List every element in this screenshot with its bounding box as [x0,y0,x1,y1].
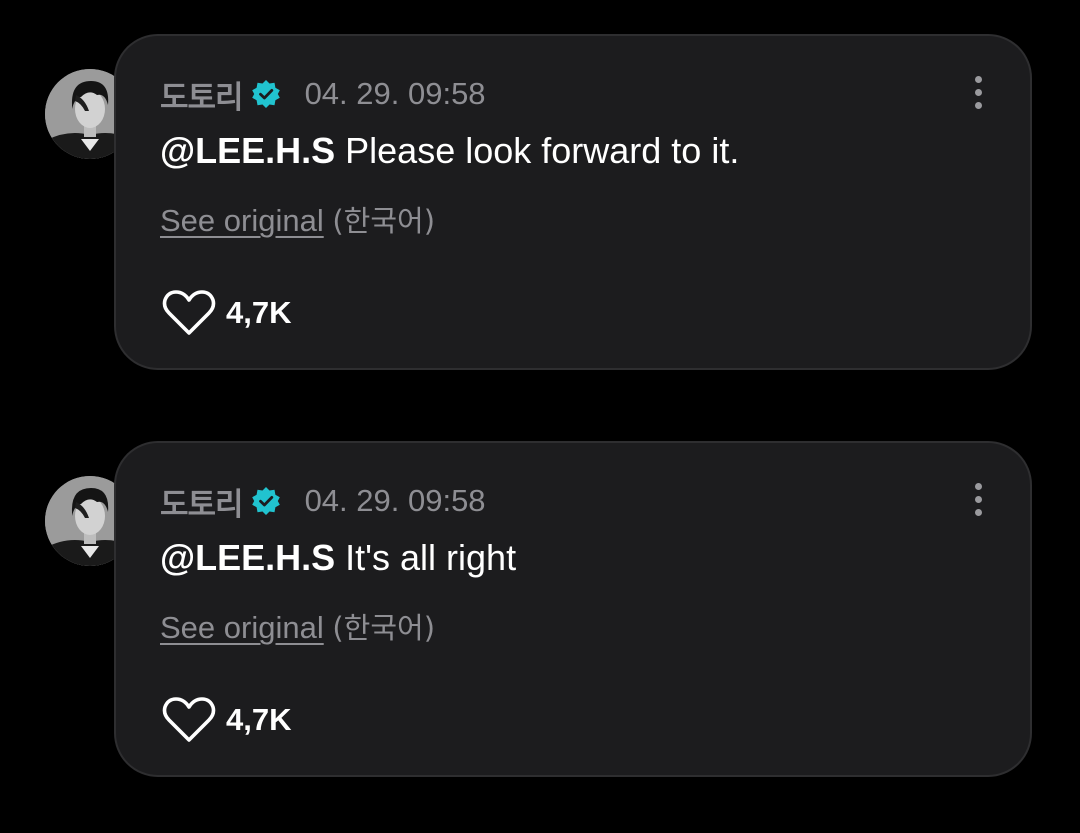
comment-card: 도토리 04. 29. 09:58 @LEE.H.S It's all righ… [114,441,1032,777]
verified-badge-icon [251,487,280,515]
timestamp: 04. 29. 09:58 [304,76,486,111]
like-count: 4,7K [226,702,292,737]
comment-body: Please look forward to it. [335,130,740,171]
like-count: 4,7K [226,295,292,330]
mention-link[interactable]: @LEE.H.S [160,537,335,578]
heart-outline-icon[interactable] [162,696,216,744]
comment-feed: 도토리 04. 29. 09:58 @LEE.H.S Please look f… [0,0,1080,833]
like-row: 4,7K [162,695,291,745]
mention-link[interactable]: @LEE.H.S [160,130,335,171]
comment-body: It's all right [335,537,517,578]
more-vertical-icon[interactable] [972,74,984,112]
translation-row: See original (한국어) [160,198,435,240]
see-original-link[interactable]: See original [160,610,324,645]
comment-item: 도토리 04. 29. 09:58 @LEE.H.S It's all righ… [0,441,1080,781]
more-vertical-icon[interactable] [972,481,984,519]
like-row: 4,7K [162,288,291,338]
verified-badge-icon [251,80,280,108]
comment-header: 도토리 04. 29. 09:58 [160,72,486,116]
translation-row: See original (한국어) [160,605,435,647]
username[interactable]: 도토리 [160,479,244,524]
comment-text: @LEE.H.S Please look forward to it. [160,130,739,172]
timestamp: 04. 29. 09:58 [304,483,486,518]
see-original-link[interactable]: See original [160,203,324,238]
comment-card: 도토리 04. 29. 09:58 @LEE.H.S Please look f… [114,34,1032,370]
comment-item: 도토리 04. 29. 09:58 @LEE.H.S Please look f… [0,34,1080,374]
original-language: (한국어) [332,611,436,645]
username[interactable]: 도토리 [160,72,244,117]
comment-header: 도토리 04. 29. 09:58 [160,479,486,523]
comment-text: @LEE.H.S It's all right [160,537,516,579]
original-language: (한국어) [332,204,436,238]
heart-outline-icon[interactable] [162,289,216,337]
